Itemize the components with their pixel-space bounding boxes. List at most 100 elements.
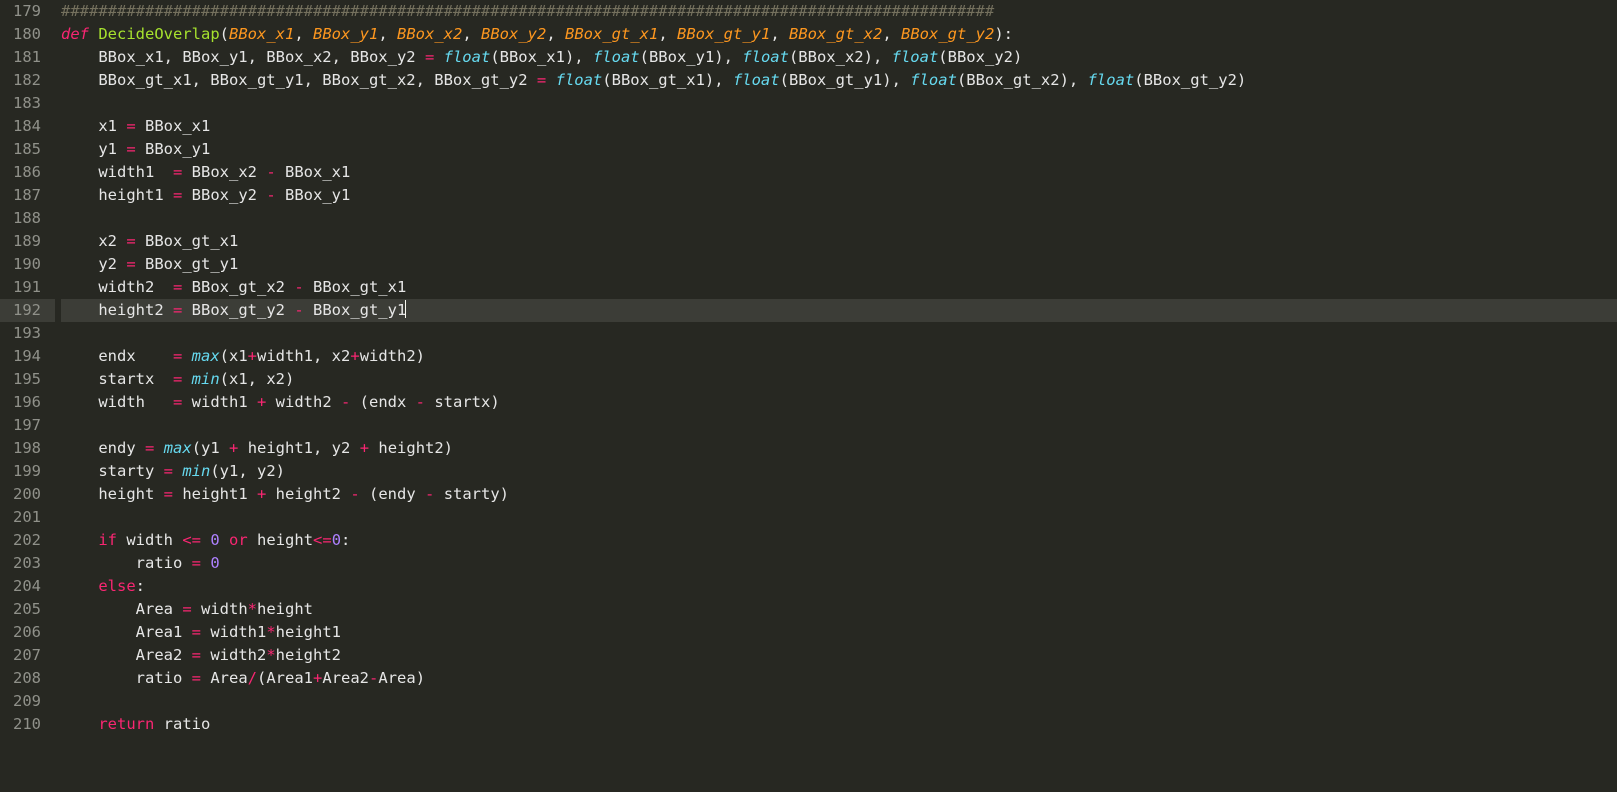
code-token: (BBox_x1), bbox=[490, 48, 593, 66]
code-token: = bbox=[192, 669, 201, 687]
code-token: - bbox=[425, 485, 434, 503]
code-token: (BBox_gt_x1), bbox=[602, 71, 733, 89]
code-token: height bbox=[61, 485, 164, 503]
code-token: - bbox=[369, 669, 378, 687]
code-line[interactable]: x1 = BBox_x1 bbox=[61, 115, 1617, 138]
code-line[interactable]: ratio = 0 bbox=[61, 552, 1617, 575]
code-token: = bbox=[126, 140, 135, 158]
code-token: Area) bbox=[378, 669, 425, 687]
code-line[interactable] bbox=[61, 207, 1617, 230]
code-token: Area1 bbox=[61, 623, 192, 641]
code-line[interactable]: x2 = BBox_gt_x1 bbox=[61, 230, 1617, 253]
code-token: - bbox=[341, 393, 350, 411]
code-line[interactable]: BBox_x1, BBox_y1, BBox_x2, BBox_y2 = flo… bbox=[61, 46, 1617, 69]
code-line[interactable] bbox=[61, 92, 1617, 115]
line-number: 209 bbox=[0, 690, 55, 713]
line-number: 198 bbox=[0, 437, 55, 460]
code-token: BBox_y1 bbox=[136, 140, 211, 158]
code-token: float bbox=[593, 48, 640, 66]
code-area[interactable]: ########################################… bbox=[55, 0, 1617, 792]
code-token: 0 bbox=[332, 531, 341, 549]
code-token: float bbox=[910, 71, 957, 89]
code-token: height2 bbox=[266, 485, 350, 503]
code-line[interactable]: width1 = BBox_x2 - BBox_x1 bbox=[61, 161, 1617, 184]
line-number: 194 bbox=[0, 345, 55, 368]
code-token: height bbox=[257, 600, 313, 618]
code-line[interactable]: ########################################… bbox=[61, 0, 1617, 23]
code-line[interactable]: startx = min(x1, x2) bbox=[61, 368, 1617, 391]
code-token: y2 bbox=[61, 255, 126, 273]
code-line[interactable]: y2 = BBox_gt_y1 bbox=[61, 253, 1617, 276]
code-token: height1, y2 bbox=[238, 439, 359, 457]
code-line[interactable]: y1 = BBox_y1 bbox=[61, 138, 1617, 161]
code-token: width1 bbox=[61, 163, 173, 181]
code-token: * bbox=[266, 623, 275, 641]
code-line[interactable]: height2 = BBox_gt_y2 - BBox_gt_y1 bbox=[61, 299, 1617, 322]
code-token: DecideOverlap bbox=[98, 25, 219, 43]
code-line[interactable]: endx = max(x1+width1, x2+width2) bbox=[61, 345, 1617, 368]
code-token: = bbox=[173, 278, 182, 296]
code-line[interactable]: width = width1 + width2 - (endx - startx… bbox=[61, 391, 1617, 414]
code-line[interactable]: def DecideOverlap(BBox_x1, BBox_y1, BBox… bbox=[61, 23, 1617, 46]
code-token: - bbox=[416, 393, 425, 411]
line-number: 183 bbox=[0, 92, 55, 115]
code-token: 0 bbox=[210, 554, 219, 572]
code-line[interactable] bbox=[61, 506, 1617, 529]
code-token: + bbox=[257, 485, 266, 503]
code-token: BBox_x2 bbox=[182, 163, 266, 181]
code-token: - bbox=[266, 186, 275, 204]
code-line[interactable]: endy = max(y1 + height1, y2 + height2) bbox=[61, 437, 1617, 460]
code-token: = bbox=[173, 186, 182, 204]
code-token: (x1 bbox=[220, 347, 248, 365]
code-token: y1 bbox=[61, 140, 126, 158]
line-number: 196 bbox=[0, 391, 55, 414]
code-line[interactable]: starty = min(y1, y2) bbox=[61, 460, 1617, 483]
code-line[interactable]: return ratio bbox=[61, 713, 1617, 736]
code-token: min bbox=[182, 462, 210, 480]
line-number: 207 bbox=[0, 644, 55, 667]
code-token: (BBox_y1), bbox=[640, 48, 743, 66]
code-token: float bbox=[733, 71, 780, 89]
code-token: width bbox=[61, 393, 173, 411]
code-token: height bbox=[248, 531, 313, 549]
code-token: + bbox=[360, 439, 369, 457]
code-token: BBox_gt_x2 bbox=[182, 278, 294, 296]
code-line[interactable]: Area2 = width2*height2 bbox=[61, 644, 1617, 667]
code-token: else bbox=[98, 577, 135, 595]
code-line[interactable]: else: bbox=[61, 575, 1617, 598]
line-number: 191 bbox=[0, 276, 55, 299]
code-token bbox=[182, 347, 191, 365]
line-number: 204 bbox=[0, 575, 55, 598]
code-line[interactable]: if width <= 0 or height<=0: bbox=[61, 529, 1617, 552]
code-token: = bbox=[192, 646, 201, 664]
code-token: (endy bbox=[360, 485, 425, 503]
code-token: = bbox=[173, 301, 182, 319]
code-line[interactable]: ratio = Area/(Area1+Area2-Area) bbox=[61, 667, 1617, 690]
code-token bbox=[434, 48, 443, 66]
line-number: 202 bbox=[0, 529, 55, 552]
code-token: (BBox_gt_x2), bbox=[957, 71, 1088, 89]
code-token: height1 bbox=[276, 623, 341, 641]
code-line[interactable]: Area = width*height bbox=[61, 598, 1617, 621]
code-line[interactable]: BBox_gt_x1, BBox_gt_y1, BBox_gt_x2, BBox… bbox=[61, 69, 1617, 92]
code-token bbox=[61, 577, 98, 595]
code-line[interactable]: Area1 = width1*height1 bbox=[61, 621, 1617, 644]
code-line[interactable] bbox=[61, 690, 1617, 713]
code-line[interactable]: height = height1 + height2 - (endy - sta… bbox=[61, 483, 1617, 506]
code-token: BBox_y1 bbox=[313, 25, 378, 43]
line-number: 208 bbox=[0, 667, 55, 690]
code-line[interactable] bbox=[61, 414, 1617, 437]
text-cursor bbox=[405, 300, 406, 318]
code-token: = bbox=[126, 232, 135, 250]
line-number: 186 bbox=[0, 161, 55, 184]
code-line[interactable] bbox=[61, 322, 1617, 345]
code-line[interactable]: height1 = BBox_y2 - BBox_y1 bbox=[61, 184, 1617, 207]
code-token: height2) bbox=[369, 439, 453, 457]
line-number: 199 bbox=[0, 460, 55, 483]
code-token: starty bbox=[61, 462, 164, 480]
line-number: 181 bbox=[0, 46, 55, 69]
code-token: = bbox=[145, 439, 154, 457]
code-line[interactable]: width2 = BBox_gt_x2 - BBox_gt_x1 bbox=[61, 276, 1617, 299]
line-number: 182 bbox=[0, 69, 55, 92]
code-token: = bbox=[164, 485, 173, 503]
